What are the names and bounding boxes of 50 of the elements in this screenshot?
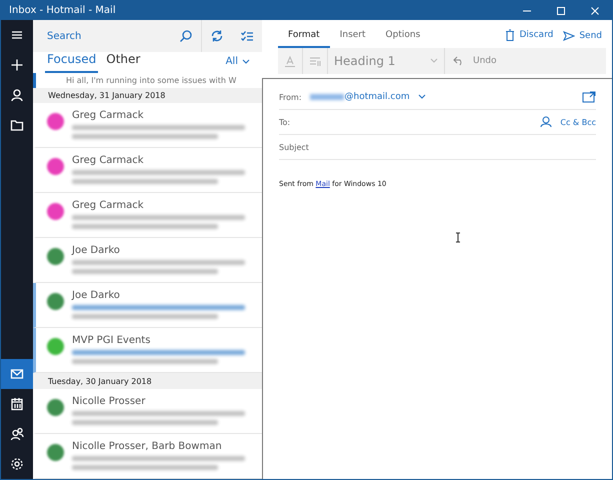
compose-tab[interactable]: Insert — [330, 30, 376, 48]
send-button[interactable]: Send — [553, 31, 602, 48]
message-row[interactable]: Joe Darko — [33, 283, 262, 328]
checklist-icon[interactable] — [240, 29, 254, 43]
pop-out-icon[interactable] — [582, 91, 596, 103]
maximize-icon[interactable] — [556, 6, 566, 16]
chevron-down-icon — [418, 94, 426, 100]
message-row[interactable]: Greg Carmack — [33, 193, 262, 238]
sync-icon[interactable] — [210, 29, 224, 43]
sender-name: Greg Carmack — [72, 110, 145, 122]
subject-field[interactable]: Subject — [279, 135, 596, 160]
window-title: Inbox - Hotmail - Mail — [9, 5, 117, 16]
message-row[interactable]: Greg Carmack — [33, 148, 262, 194]
sender-name: MVP PGI Events — [72, 335, 152, 346]
filter-dropdown[interactable]: All — [226, 56, 250, 68]
person-icon[interactable] — [10, 88, 24, 102]
message-row[interactable]: Joe Darko — [33, 238, 262, 284]
message-row[interactable]: Nicolle Prosser — [33, 389, 262, 434]
send-icon — [563, 31, 576, 41]
compose-tab[interactable]: Options — [376, 30, 430, 48]
to-field[interactable]: To: Cc & Bcc — [279, 110, 596, 135]
discard-button[interactable]: Discard — [495, 29, 554, 48]
search-icon — [179, 29, 193, 43]
font-color-icon[interactable] — [284, 55, 296, 67]
mail-icon — [10, 367, 24, 381]
sender-name: Joe Darko — [72, 245, 121, 256]
cc-bcc-link[interactable]: Cc & Bcc — [560, 118, 596, 126]
list-tab[interactable]: Other — [104, 52, 142, 74]
sender-name: Greg Carmack — [72, 200, 145, 212]
chevron-down-icon — [430, 58, 438, 64]
from-address[interactable]: @hotmail.com — [310, 92, 410, 102]
message-row[interactable]: Nicolle Prosser, Barb Bowman — [33, 434, 262, 479]
list-tab[interactable]: Focused — [45, 52, 98, 74]
from-label: From: — [279, 92, 302, 102]
text-cursor-icon — [454, 232, 460, 243]
plus-icon[interactable] — [10, 58, 24, 72]
sender-name: Joe Darko — [72, 290, 121, 302]
date-header: Wednesday, 31 January 2018 — [33, 88, 262, 104]
chevron-down-icon — [242, 58, 250, 65]
sender-name: Greg Carmack — [72, 155, 145, 166]
sender-name: Nicolle Prosser — [72, 396, 146, 408]
message-row[interactable]: Greg Carmack — [33, 103, 262, 148]
settings-icon — [10, 457, 24, 471]
date-header: Tuesday, 30 January 2018 — [33, 373, 262, 390]
folder-icon[interactable] — [10, 118, 24, 132]
close-icon[interactable] — [590, 6, 600, 16]
calendar-icon — [10, 397, 24, 411]
trash-icon — [505, 29, 516, 41]
people-icon — [10, 427, 24, 441]
sender-name: Nicolle Prosser, Barb Bowman — [72, 441, 223, 452]
